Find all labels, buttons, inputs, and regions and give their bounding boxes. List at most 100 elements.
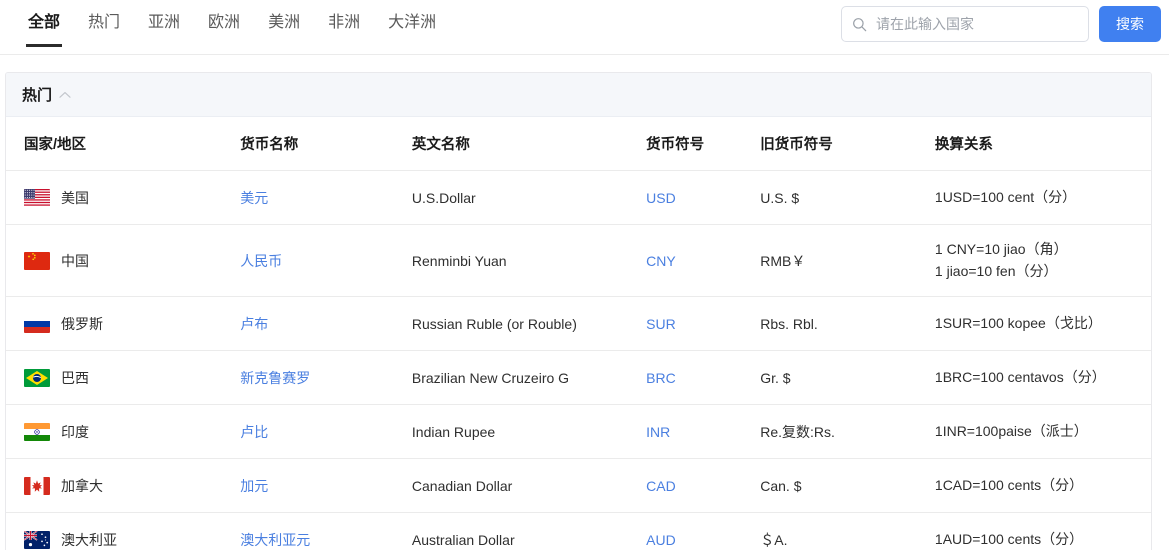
chevron-up-icon[interactable] [59, 91, 71, 99]
conversion-line: 1AUD=100 cents（分） [934, 531, 1084, 548]
currency-name-link[interactable]: 卢布 [240, 316, 268, 332]
currency-name-link[interactable]: 澳大利亚元 [240, 532, 310, 548]
currency-name-link[interactable]: 美元 [240, 190, 268, 206]
cell-currency-name: 卢比 [240, 404, 412, 460]
cell-english-name: U.S.Dollar [411, 170, 647, 225]
search-button[interactable]: 搜索 [1099, 6, 1161, 42]
flag-ca-icon [24, 476, 50, 495]
cell-country: 澳大利亚 [6, 512, 241, 550]
currency-symbol-link[interactable]: INR [646, 424, 670, 440]
column-header-symbol: 货币符号 [646, 117, 761, 171]
cell-country: 巴西 [6, 350, 241, 406]
currency-symbol-link[interactable]: USD [646, 190, 676, 206]
table-row: 加拿大 加元 Canadian Dollar CAD Can. $1CAD=100 ce… [6, 458, 1151, 514]
currency-name-link[interactable]: 人民币 [240, 253, 282, 269]
cell-symbol: INR [646, 404, 761, 460]
tab-1[interactable]: 热门 [74, 0, 134, 47]
conversion-line: 1CAD=100 cents（分） [934, 477, 1084, 494]
conversion-line: 1INR=100paise（派士） [934, 423, 1088, 440]
cell-english-name: Brazilian New Cruzeiro G [411, 350, 647, 406]
tab-3[interactable]: 欧洲 [194, 0, 254, 47]
cell-old-symbol: Rbs. Rbl. [760, 296, 935, 352]
table-header-row: 国家/地区 货币名称 英文名称 货币符号 旧货币符号 换算关系 [6, 117, 1151, 171]
conversion-line: 1 CNY=10 jiao（角） [934, 241, 1068, 257]
cell-country: 中国 [6, 224, 241, 298]
cell-conversion: 1USD=100 cent（分） [934, 170, 1151, 225]
country-name: 俄罗斯 [61, 315, 103, 332]
cell-currency-name: 新克鲁赛罗 [240, 350, 412, 406]
cell-symbol: SUR [646, 296, 761, 352]
column-header-country: 国家/地区 [6, 117, 241, 171]
country-name: 印度 [61, 423, 89, 440]
tab-5[interactable]: 非洲 [314, 0, 374, 47]
cell-old-symbol: Re.复数:Rs. [760, 404, 935, 460]
cell-currency-name: 加元 [240, 458, 412, 514]
column-header-currency-name: 货币名称 [240, 117, 412, 171]
cell-old-symbol: ＄A. [760, 512, 935, 550]
tab-0[interactable]: 全部 [14, 0, 74, 47]
cell-conversion: 1INR=100paise（派士） [934, 404, 1151, 460]
cell-english-name: Renminbi Yuan [411, 224, 647, 298]
cell-conversion: 1CAD=100 cents（分） [934, 458, 1151, 514]
cell-old-symbol: Gr. $ [760, 350, 935, 406]
cell-currency-name: 人民币 [240, 224, 412, 298]
cell-symbol: USD [646, 170, 761, 225]
conversion-line: 1USD=100 cent（分） [934, 188, 1077, 205]
table-body: 美国 美元 U.S.Dollar USD U.S. $1USD=100 cent（分） 中… [6, 170, 1151, 550]
currency-table: 国家/地区 货币名称 英文名称 货币符号 旧货币符号 换算关系 美国 美元 U.S.… [6, 117, 1151, 550]
currency-symbol-link[interactable]: CAD [646, 478, 676, 494]
country-name: 中国 [61, 252, 89, 269]
cell-country: 加拿大 [6, 458, 241, 514]
currency-name-link[interactable]: 卢比 [240, 424, 268, 440]
search-input[interactable] [874, 15, 1078, 33]
tab-6[interactable]: 大洋洲 [374, 0, 450, 47]
table-row: 澳大利亚 澳大利亚元 Australian Dollar AUD ＄A. 1AUD=100… [6, 512, 1151, 550]
tab-2[interactable]: 亚洲 [134, 0, 194, 47]
cell-symbol: CNY [646, 224, 761, 298]
flag-au-icon [24, 530, 50, 549]
search-box[interactable] [841, 6, 1089, 42]
column-header-conversion: 换算关系 [934, 117, 1151, 171]
cell-english-name: Russian Ruble (or Rouble) [411, 296, 647, 352]
cell-country: 美国 [6, 170, 241, 225]
tab-4[interactable]: 美洲 [254, 0, 314, 47]
cell-old-symbol: Can. $ [760, 458, 935, 514]
flag-br-icon [24, 368, 50, 387]
cell-country: 俄罗斯 [6, 296, 241, 352]
currency-name-link[interactable]: 新克鲁赛罗 [240, 370, 310, 386]
column-header-old-symbol: 旧货币符号 [760, 117, 935, 171]
conversion-line: 1 jiao=10 fen（分） [934, 262, 1058, 279]
currency-symbol-link[interactable]: BRC [646, 370, 676, 386]
cell-conversion: 1AUD=100 cents（分） [934, 512, 1151, 550]
country-name: 巴西 [61, 369, 89, 386]
table-row: 巴西 新克鲁赛罗 Brazilian New Cruzeiro G BRC Gr. $1… [6, 350, 1151, 406]
currency-symbol-link[interactable]: AUD [646, 532, 676, 548]
conversion-line: 1BRC=100 centavos（分） [934, 369, 1106, 386]
currency-symbol-link[interactable]: CNY [646, 253, 676, 269]
cell-currency-name: 卢布 [240, 296, 412, 352]
cell-english-name: Indian Rupee [411, 404, 647, 460]
flag-us-icon [24, 188, 50, 207]
currency-card: 热门 国家/地区 货币名称 英文名称 货币符号 旧货币符号 换算关系 美国 美元 U… [5, 72, 1152, 550]
cell-old-symbol: RMB￥ [760, 224, 935, 298]
table-row: 美国 美元 U.S.Dollar USD U.S. $1USD=100 cent（分） [6, 170, 1151, 225]
top-bar: 全部热门亚洲欧洲美洲非洲大洋洲 搜索 [0, 0, 1169, 55]
cell-english-name: Canadian Dollar [411, 458, 647, 514]
cell-conversion: 1BRC=100 centavos（分） [934, 350, 1151, 406]
category-tabs: 全部 热门 亚洲 欧洲 美洲 非洲 大洋洲 [0, 0, 450, 47]
cell-symbol: BRC [646, 350, 761, 406]
cell-symbol: AUD [646, 512, 761, 550]
cell-old-symbol: U.S. $ [760, 170, 935, 225]
search-icon [852, 17, 867, 32]
currency-symbol-link[interactable]: SUR [646, 316, 676, 332]
section-title: 热门 [22, 87, 53, 104]
cell-english-name: Australian Dollar [411, 512, 647, 550]
currency-name-link[interactable]: 加元 [240, 478, 268, 494]
cell-symbol: CAD [646, 458, 761, 514]
section-header-hot[interactable]: 热门 [6, 73, 1151, 117]
flag-ru-icon [24, 314, 50, 333]
country-name: 澳大利亚 [61, 531, 117, 548]
conversion-line: 1SUR=100 kopee（戈比） [934, 315, 1102, 332]
flag-cn-icon [24, 251, 50, 270]
cell-country: 印度 [6, 404, 241, 460]
